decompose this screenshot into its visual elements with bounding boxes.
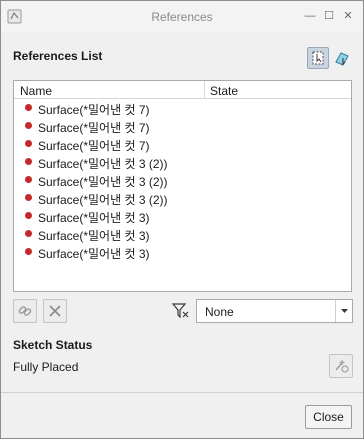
references-list[interactable]: Name State Surface(*밀어낸 컷 7) Surface(*밀어…: [13, 80, 352, 292]
list-item[interactable]: Surface(*밀어낸 컷 3 (2)): [14, 171, 351, 189]
references-list-title: References List: [13, 49, 103, 63]
filter-icon: [171, 302, 191, 320]
list-item[interactable]: Surface(*밀어낸 컷 3): [14, 243, 351, 261]
link-reference-button[interactable]: [13, 299, 37, 323]
status-dot-icon: [25, 230, 32, 237]
status-dot-icon: [25, 140, 32, 147]
solve-sketch-button[interactable]: [329, 354, 353, 378]
status-dot-icon: [25, 212, 32, 219]
chevron-down-icon[interactable]: [335, 300, 352, 322]
remove-reference-button[interactable]: [43, 299, 67, 323]
references-dialog: References — ☐ ✕ References List Name St…: [0, 0, 364, 439]
status-dot-icon: [25, 122, 32, 129]
list-item[interactable]: Surface(*밀어낸 컷 7): [14, 117, 351, 135]
reference-name: Surface(*밀어낸 컷 3 (2)): [38, 175, 168, 189]
status-dot-icon: [25, 158, 32, 165]
select-references-toggle[interactable]: [307, 47, 329, 69]
chain-link-icon: [18, 306, 32, 316]
column-header-state[interactable]: State: [210, 84, 238, 98]
list-item[interactable]: Surface(*밀어낸 컷 3): [14, 207, 351, 225]
reference-name: Surface(*밀어낸 컷 3 (2)): [38, 193, 168, 207]
select-frame-icon: [312, 51, 324, 65]
close-button[interactable]: Close: [305, 405, 352, 429]
column-separator[interactable]: [204, 81, 205, 99]
reference-name: Surface(*밀어낸 컷 3): [38, 229, 150, 243]
reference-name: Surface(*밀어낸 컷 7): [38, 121, 150, 135]
title-bar[interactable]: References — ☐ ✕: [1, 1, 363, 33]
list-header: Name State: [14, 81, 351, 99]
filter-select[interactable]: None: [196, 299, 353, 323]
select-geometry-toggle[interactable]: [331, 47, 353, 69]
sketch-status-value: Fully Placed: [13, 360, 79, 374]
list-item[interactable]: Surface(*밀어낸 컷 3): [14, 225, 351, 243]
footer-divider: [1, 392, 363, 393]
reference-name: Surface(*밀어낸 컷 7): [38, 103, 150, 117]
list-item[interactable]: Surface(*밀어낸 컷 7): [14, 135, 351, 153]
sketch-solve-icon: [335, 360, 349, 373]
list-item[interactable]: Surface(*밀어낸 컷 3 (2)): [14, 189, 351, 207]
minimize-button[interactable]: —: [303, 9, 317, 23]
list-item[interactable]: Surface(*밀어낸 컷 7): [14, 99, 351, 117]
sketch-status-title: Sketch Status: [13, 338, 93, 352]
maximize-button[interactable]: ☐: [322, 9, 336, 23]
x-icon: [49, 305, 61, 317]
status-dot-icon: [25, 194, 32, 201]
filter-select-value: None: [205, 305, 234, 319]
status-dot-icon: [25, 176, 32, 183]
status-dot-icon: [25, 248, 32, 255]
select-geometry-icon: [335, 52, 349, 66]
reference-name: Surface(*밀어낸 컷 7): [38, 139, 150, 153]
column-header-name[interactable]: Name: [20, 84, 52, 98]
reference-name: Surface(*밀어낸 컷 3): [38, 211, 150, 225]
reference-name: Surface(*밀어낸 컷 3): [38, 247, 150, 261]
list-item[interactable]: Surface(*밀어낸 컷 3 (2)): [14, 153, 351, 171]
reference-name: Surface(*밀어낸 컷 3 (2)): [38, 157, 168, 171]
close-window-button[interactable]: ✕: [341, 9, 355, 23]
status-dot-icon: [25, 104, 32, 111]
